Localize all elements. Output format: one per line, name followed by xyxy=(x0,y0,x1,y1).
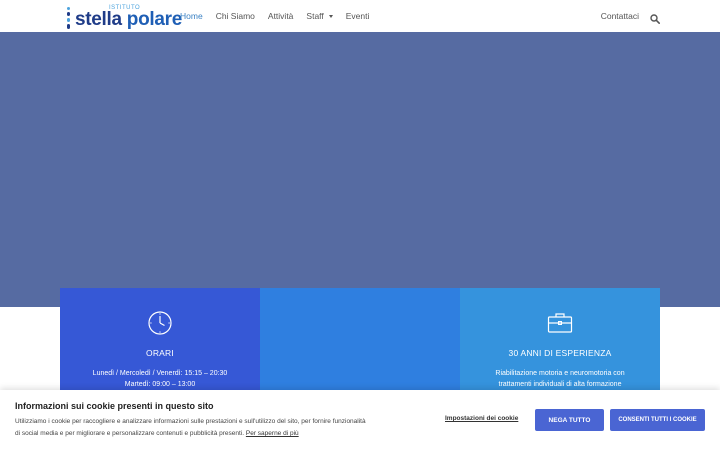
feature-orari: ORARI Lunedì / Mercoledì / Venerdì: 15:1… xyxy=(60,288,260,398)
nav-item-attivita[interactable]: Attività xyxy=(261,11,300,21)
nav-item-staff-label: Staff xyxy=(306,11,324,21)
accept-all-button[interactable]: CONSENTI TUTTI I COOKIE xyxy=(610,409,705,431)
chevron-down-icon xyxy=(328,14,333,18)
cookie-banner: Informazioni sui cookie presenti in ques… xyxy=(0,390,720,450)
nav-item-home[interactable]: Home xyxy=(180,11,209,21)
logo-mark-icon xyxy=(66,7,72,29)
main-nav: Home Chi Siamo Attività Staff Eventi xyxy=(180,0,376,32)
cookie-title: Informazioni sui cookie presenti in ques… xyxy=(15,401,214,411)
logo-main-text: stella polare xyxy=(75,9,182,30)
feature-esperienza: 30 ANNI DI ESPERIENZA Riabilitazione mot… xyxy=(460,288,660,398)
hero-banner xyxy=(0,32,720,307)
search-icon[interactable] xyxy=(650,11,660,24)
cookie-settings-button[interactable]: Impostazioni dei cookie xyxy=(445,415,518,422)
features-row: ORARI Lunedì / Mercoledì / Venerdì: 15:1… xyxy=(60,288,660,398)
nav-item-chi-siamo[interactable]: Chi Siamo xyxy=(209,11,261,21)
nav-item-eventi[interactable]: Eventi xyxy=(339,11,376,21)
cookie-text: Utilizziamo i cookie per raccogliere e a… xyxy=(15,418,366,437)
site-logo[interactable]: ISTITUTO stella polare xyxy=(66,3,182,29)
feature-text: Riabilitazione motoria e neuromotoria co… xyxy=(495,370,625,388)
feature-title: 30 ANNI DI ESPERIENZA xyxy=(508,348,612,358)
nav-item-staff[interactable]: Staff xyxy=(300,11,339,21)
feature-middle xyxy=(260,288,460,398)
feature-text: Lunedì / Mercoledì / Venerdì: 15:15 – 20… xyxy=(92,370,228,388)
nav-item-contattaci[interactable]: Contattaci xyxy=(601,11,639,21)
feature-title: ORARI xyxy=(146,348,174,358)
page: ISTITUTO stella polare Home Chi Siamo At… xyxy=(0,0,720,450)
site-header: ISTITUTO stella polare Home Chi Siamo At… xyxy=(0,0,720,32)
clock-icon xyxy=(147,310,173,336)
cookie-more-info-link[interactable]: Per saperne di più xyxy=(246,430,299,437)
logo-small-text: ISTITUTO xyxy=(109,5,141,11)
deny-all-button[interactable]: NEGA TUTTO xyxy=(535,409,604,431)
briefcase-icon xyxy=(547,310,573,336)
logo-text: ISTITUTO stella polare xyxy=(75,5,182,30)
